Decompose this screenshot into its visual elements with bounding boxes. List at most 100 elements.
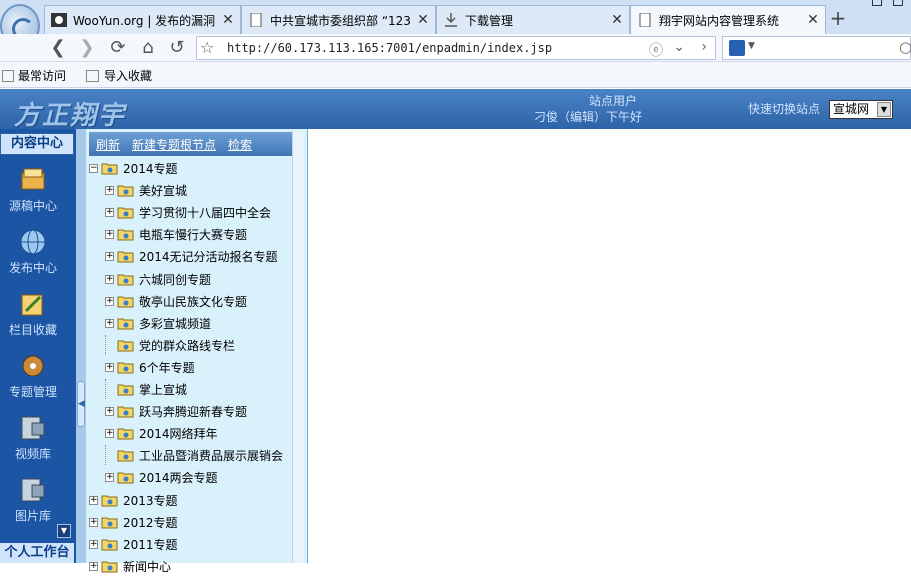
tree-node-root[interactable]: − 2014专题 bbox=[89, 158, 178, 178]
bookmark-label: 最常访问 bbox=[18, 69, 67, 83]
nav-item-favorites[interactable]: 栏目收藏 bbox=[0, 289, 66, 338]
tree-node[interactable]: + 敬亭山民族文化专题 bbox=[105, 291, 247, 311]
home-button[interactable]: ⌂ bbox=[137, 37, 159, 59]
tree-node[interactable]: + 多彩宣城频道 bbox=[105, 313, 211, 333]
bookmark-most-visited[interactable]: 最常访问 bbox=[2, 67, 66, 84]
expand-icon[interactable]: + bbox=[105, 229, 114, 239]
search-icon[interactable]: ○ bbox=[899, 38, 911, 56]
expand-icon[interactable]: + bbox=[105, 472, 114, 482]
tree-node[interactable]: + 电瓶车慢行大赛专题 bbox=[105, 224, 247, 244]
tree-node-label: 六城同创专题 bbox=[139, 272, 212, 287]
ie-mode-icon[interactable]: ⓔ bbox=[649, 40, 663, 60]
folder-icon bbox=[117, 207, 134, 218]
tree-node[interactable]: + 六城同创专题 bbox=[105, 269, 211, 289]
expand-icon[interactable]: + bbox=[105, 428, 114, 438]
tree-node-label: 2014两会专题 bbox=[139, 470, 218, 485]
tab-organization[interactable]: 中共宣城市委组织部 “123 ✕ bbox=[241, 5, 436, 34]
nav-item-label: 源稿中心 bbox=[8, 199, 57, 213]
refresh-link[interactable]: 刷新 bbox=[96, 136, 120, 153]
tree-node[interactable]: +2014两会专题 bbox=[105, 467, 218, 487]
search-engine-icon[interactable]: 🐾 bbox=[729, 40, 745, 56]
tree-node[interactable]: +2014无记分活动报名专题 bbox=[105, 246, 278, 266]
nav-title[interactable]: 内容中心 bbox=[0, 133, 74, 155]
folder-icon bbox=[117, 428, 134, 439]
chevron-down-icon[interactable]: ⌄ bbox=[673, 39, 685, 55]
chevron-down-icon[interactable]: ▼ bbox=[748, 41, 755, 51]
folder-icon bbox=[101, 517, 118, 528]
expand-icon[interactable]: + bbox=[105, 185, 114, 195]
tab-label: 翔宇网站内容管理系统 bbox=[659, 13, 780, 28]
app-header: 方正翔宇 站点用户 刁俊（编辑）下午好 快速切换站点 宣城网 ▼ bbox=[0, 89, 911, 131]
expand-icon[interactable]: + bbox=[89, 495, 98, 505]
tree-scrollbar[interactable] bbox=[292, 132, 304, 563]
address-bar[interactable]: ☆ http://60.173.113.165:7001/enpadmin/in… bbox=[196, 36, 716, 60]
close-icon[interactable]: ✕ bbox=[415, 12, 431, 28]
expand-icon[interactable]: + bbox=[105, 362, 114, 372]
refresh-button[interactable]: ⟳ bbox=[107, 37, 129, 59]
close-icon[interactable]: ✕ bbox=[609, 12, 625, 28]
expand-icon[interactable]: + bbox=[105, 296, 114, 306]
go-icon[interactable]: › bbox=[701, 39, 707, 55]
folder-icon bbox=[101, 163, 118, 174]
nav-item-images[interactable]: 图片库 bbox=[0, 475, 66, 524]
personal-workspace[interactable]: 个人工作台 bbox=[0, 543, 74, 563]
expand-icon[interactable]: + bbox=[105, 406, 114, 416]
expand-icon[interactable]: + bbox=[105, 318, 114, 328]
maximize-icon[interactable] bbox=[893, 0, 903, 6]
tree-node-label: 新闻中心 bbox=[123, 559, 172, 574]
tab-label: 中共宣城市委组织部 “123 bbox=[270, 13, 411, 28]
tree-node-label: 工业品暨消费品展示展销会 bbox=[139, 448, 284, 463]
tree-node[interactable]: +6个年专题 bbox=[105, 357, 195, 377]
expand-icon[interactable]: + bbox=[105, 251, 114, 261]
tab-cms[interactable]: 翔宇网站内容管理系统 ✕ bbox=[630, 5, 826, 34]
browser-nav-bar: ❮ ❯ ⟳ ⌂ ↺ ☆ http://60.173.113.165:7001/e… bbox=[0, 34, 911, 62]
nav-item-topics[interactable]: 专题管理 bbox=[0, 351, 66, 400]
collapse-handle[interactable]: ◀ bbox=[77, 381, 85, 427]
nav-item-label: 发布中心 bbox=[8, 261, 57, 275]
bookmark-import[interactable]: 导入收藏 bbox=[86, 67, 152, 84]
undo-button[interactable]: ↺ bbox=[166, 37, 188, 59]
search-link[interactable]: 检索 bbox=[228, 136, 252, 153]
chevron-down-icon[interactable]: ▼ bbox=[877, 102, 891, 117]
close-icon[interactable]: ✕ bbox=[805, 12, 821, 28]
new-root-link[interactable]: 新建专题根节点 bbox=[132, 136, 216, 153]
tree-node-label: 电瓶车慢行大赛专题 bbox=[139, 227, 248, 242]
collapse-icon[interactable]: − bbox=[89, 163, 98, 173]
forward-button[interactable]: ❯ bbox=[76, 37, 98, 59]
star-icon[interactable]: ☆ bbox=[200, 38, 214, 57]
nav-item-publish[interactable]: 发布中心 bbox=[0, 227, 66, 276]
search-box[interactable]: 🐾 ▼ ○ bbox=[722, 36, 911, 60]
close-icon[interactable]: ✕ bbox=[220, 12, 236, 28]
expand-icon[interactable]: + bbox=[105, 207, 114, 217]
new-tab-button[interactable]: + bbox=[826, 8, 850, 30]
tree-node-label: 跃马奔腾迎新春专题 bbox=[139, 404, 248, 419]
tab-wooyun[interactable]: WooYun.org | 发布的漏洞 ✕ bbox=[44, 5, 241, 34]
expand-icon[interactable]: + bbox=[89, 539, 98, 549]
scroll-down-button[interactable]: ▼ bbox=[57, 524, 71, 538]
site-select[interactable]: 宣城网 ▼ bbox=[829, 100, 893, 119]
folder-icon bbox=[117, 274, 134, 285]
tab-download[interactable]: 下载管理 ✕ bbox=[436, 5, 630, 34]
panel-splitter[interactable]: ◀ bbox=[76, 129, 86, 563]
minimize-icon[interactable] bbox=[872, 0, 882, 6]
folder-icon bbox=[101, 539, 118, 550]
tree-node-root[interactable]: +2011专题 bbox=[89, 534, 178, 554]
tab-label: 下载管理 bbox=[465, 13, 514, 28]
tree-node[interactable]: 掌上宣城 bbox=[105, 379, 187, 399]
nav-item-label: 专题管理 bbox=[8, 385, 57, 399]
tree-node[interactable]: + 跃马奔腾迎新春专题 bbox=[105, 401, 247, 421]
tree-node-root[interactable]: + 新闻中心 bbox=[89, 556, 171, 576]
tree-node[interactable]: + 学习贯彻十八届四中全会 bbox=[105, 202, 271, 222]
tree-node-label: 2014专题 bbox=[123, 161, 178, 176]
tree-node-root[interactable]: +2012专题 bbox=[89, 512, 178, 532]
tree-node[interactable]: 工业品暨消费品展示展销会 bbox=[105, 445, 283, 465]
tree-node[interactable]: + 美好宣城 bbox=[105, 180, 187, 200]
nav-item-source[interactable]: 源稿中心 bbox=[0, 165, 66, 214]
tree-node-root[interactable]: +2013专题 bbox=[89, 490, 178, 510]
back-button[interactable]: ❮ bbox=[47, 37, 69, 59]
nav-item-video[interactable]: 视频库 bbox=[0, 413, 66, 462]
tree-node[interactable]: 党的群众路线专栏 bbox=[105, 335, 235, 355]
expand-icon[interactable]: + bbox=[89, 517, 98, 527]
expand-icon[interactable]: + bbox=[105, 274, 114, 284]
tree-node[interactable]: +2014网络拜年 bbox=[105, 423, 218, 443]
